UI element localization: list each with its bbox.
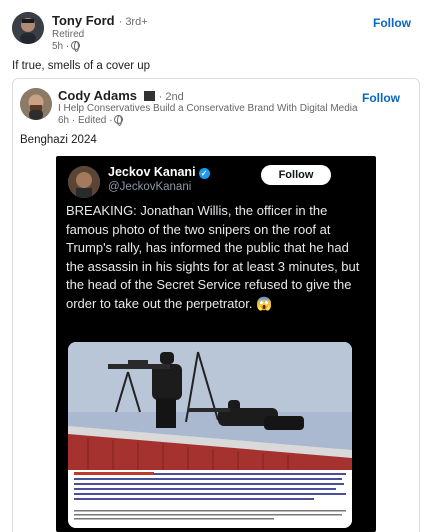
tweet-text: BREAKING: Jonathan Willis, the officer i…: [66, 203, 360, 311]
clapperboard-icon: [143, 91, 155, 101]
post-time: 5h ·: [52, 41, 81, 52]
author-photo: [12, 12, 44, 44]
repost-author-avatar[interactable]: [20, 88, 52, 120]
author-avatar[interactable]: [12, 12, 44, 44]
repost-time: 6h · Edited ·: [58, 115, 124, 126]
verified-badge-icon: ✓: [198, 168, 210, 179]
sniper-photo: [68, 342, 352, 528]
connection-degree: · 2nd: [158, 91, 184, 103]
tweet-avatar: [68, 166, 100, 198]
globe-icon: [71, 41, 81, 52]
tweet-handle: @JeckovKanani: [108, 181, 192, 193]
repost-author-headline: I Help Conservatives Build a Conservativ…: [58, 103, 358, 114]
post-text: If true, smells of a cover up: [12, 60, 151, 72]
author-name[interactable]: Tony Ford · 3rd+: [52, 13, 148, 28]
repost-author-photo: [20, 88, 52, 120]
feed-post: Tony Ford · 3rd+ Retired 5h · Follow If t…: [0, 0, 433, 532]
repost-author-name[interactable]: Cody Adams · 2nd: [58, 88, 184, 103]
globe-icon: [114, 115, 124, 126]
tweet-author-name: Jeckov Kanani ✓: [108, 165, 210, 179]
tweet-follow-button: Follow: [261, 165, 331, 185]
repost-text: Benghazi 2024: [20, 134, 97, 146]
tweet-image[interactable]: Jeckov Kanani ✓ @JeckovKanani Follow BREA…: [56, 156, 376, 532]
author-headline: Retired: [52, 29, 85, 40]
connection-degree: · 3rd+: [118, 16, 148, 28]
repost-follow-button[interactable]: Follow: [362, 91, 400, 105]
follow-button[interactable]: Follow: [373, 16, 411, 30]
rooftop-snipers-illustration: [68, 342, 352, 528]
tweet-avatar-photo: [68, 166, 100, 198]
